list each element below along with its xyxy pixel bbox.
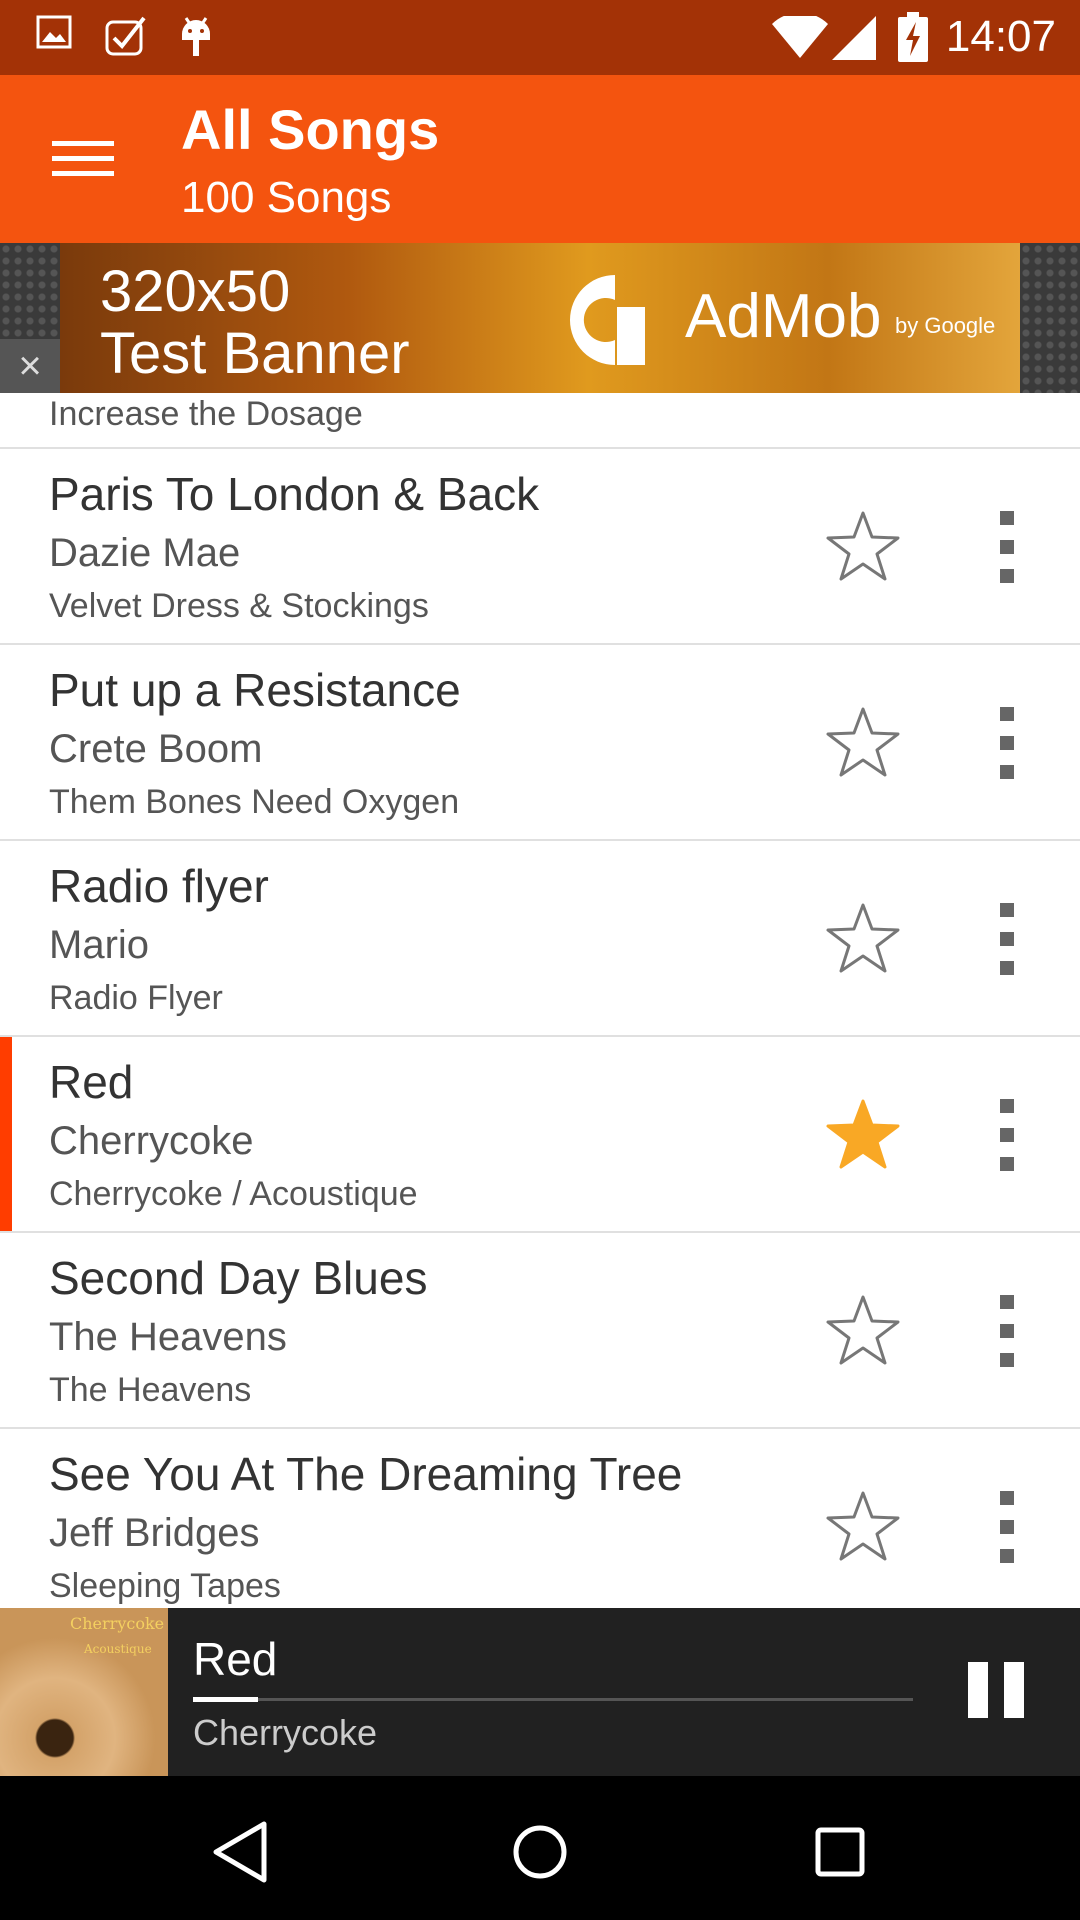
ad-text-line2: Test Banner bbox=[100, 321, 410, 386]
pause-icon bbox=[968, 1662, 988, 1718]
wifi-icon bbox=[772, 16, 828, 58]
ad-brand-by: by Google bbox=[895, 313, 996, 338]
page-title: All Songs bbox=[181, 98, 440, 161]
album-art-text-artist: Cherrycoke bbox=[70, 1614, 165, 1633]
song-album: Radio Flyer bbox=[49, 979, 223, 1017]
list-item[interactable]: Radio flyer Mario Radio Flyer bbox=[0, 841, 1080, 1037]
song-artist: Mario bbox=[49, 923, 150, 967]
ad-brand: AdMob bbox=[685, 282, 882, 351]
now-playing-bar[interactable]: Cherrycoke Acoustique Red Cherrycoke bbox=[0, 1608, 1080, 1776]
list-item[interactable]: See You At The Dreaming Tree Jeff Bridges… bbox=[0, 1429, 1080, 1625]
list-item[interactable]: Red Cherrycoke Cherrycoke / Acoustique bbox=[0, 1037, 1080, 1233]
now-playing-marker bbox=[0, 1037, 12, 1231]
song-artist: Jeff Bridges bbox=[49, 1511, 260, 1555]
ad-side-pattern bbox=[1020, 243, 1080, 393]
pause-button[interactable] bbox=[968, 1662, 1024, 1718]
now-playing-title: Red bbox=[193, 1633, 278, 1685]
star-filled-icon[interactable] bbox=[825, 1097, 901, 1173]
song-album: The Heavens bbox=[49, 1371, 252, 1409]
list-item[interactable]: Paris To London & Back Dazie Mae Velvet Dr… bbox=[0, 449, 1080, 645]
app-bar: All Songs 100 Songs bbox=[0, 75, 1080, 243]
battery-charging-icon bbox=[898, 12, 928, 62]
song-title: Paris To London & Back bbox=[49, 468, 540, 520]
ad-text: 320x50 Test Banner bbox=[100, 261, 410, 385]
song-artist: Crete Boom bbox=[49, 727, 263, 771]
pause-icon bbox=[1004, 1662, 1024, 1718]
home-icon[interactable] bbox=[500, 1812, 580, 1892]
more-vert-icon[interactable] bbox=[990, 507, 1024, 587]
android-icon bbox=[182, 17, 210, 56]
back-icon[interactable] bbox=[200, 1812, 280, 1892]
list-item-partial[interactable]: Increase the Dosage bbox=[0, 393, 1080, 449]
song-album: Velvet Dress & Stockings bbox=[49, 587, 429, 625]
star-outline-icon[interactable] bbox=[825, 901, 901, 977]
star-outline-icon[interactable] bbox=[825, 1489, 901, 1565]
song-title: Second Day Blues bbox=[49, 1252, 428, 1304]
list-item[interactable]: Second Day Blues The Heavens The Heavens bbox=[0, 1233, 1080, 1429]
star-outline-icon[interactable] bbox=[825, 1293, 901, 1369]
progress-fill bbox=[193, 1697, 258, 1702]
song-album: Them Bones Need Oxygen bbox=[49, 783, 460, 821]
album-art[interactable]: Cherrycoke Acoustique bbox=[0, 1608, 168, 1776]
more-vert-icon[interactable] bbox=[990, 1487, 1024, 1567]
signal-icon bbox=[832, 16, 876, 60]
task-check-icon bbox=[105, 16, 146, 56]
more-vert-icon[interactable] bbox=[990, 899, 1024, 979]
more-vert-icon[interactable] bbox=[990, 1095, 1024, 1175]
more-vert-icon[interactable] bbox=[990, 1291, 1024, 1371]
song-album: Sleeping Tapes bbox=[49, 1567, 281, 1605]
song-list: Increase the Dosage Paris To London & Ba… bbox=[0, 393, 1080, 1625]
ad-image[interactable]: 320x50 Test Banner AdMob by Google bbox=[60, 243, 1020, 393]
now-playing-artist: Cherrycoke bbox=[193, 1712, 378, 1753]
song-title: See You At The Dreaming Tree bbox=[49, 1448, 683, 1500]
song-title: Red bbox=[49, 1056, 134, 1108]
recents-icon[interactable] bbox=[800, 1812, 880, 1892]
song-artist: Cherrycoke bbox=[49, 1119, 254, 1163]
album-art-text-album: Acoustique bbox=[84, 1642, 152, 1656]
song-artist: The Heavens bbox=[49, 1315, 287, 1359]
navigation-bar bbox=[0, 1776, 1080, 1920]
song-count: 100 Songs bbox=[181, 173, 392, 222]
ad-banner[interactable]: 320x50 Test Banner AdMob by Google × bbox=[0, 243, 1080, 393]
song-album: Cherrycoke / Acoustique bbox=[49, 1175, 418, 1213]
progress-bar[interactable] bbox=[193, 1697, 913, 1702]
song-artist: Dazie Mae bbox=[49, 531, 241, 575]
ad-close-button[interactable]: × bbox=[0, 339, 60, 393]
admob-logo-icon bbox=[570, 275, 645, 365]
status-time: 14:07 bbox=[945, 12, 1056, 61]
star-outline-icon[interactable] bbox=[825, 705, 901, 781]
ad-text-line1: 320x50 bbox=[100, 259, 291, 324]
song-title: Radio flyer bbox=[49, 860, 269, 912]
more-vert-icon[interactable] bbox=[990, 703, 1024, 783]
hamburger-menu-icon[interactable] bbox=[38, 119, 128, 199]
status-bar: 14:07 bbox=[0, 0, 1080, 75]
list-item[interactable]: Put up a Resistance Crete Boom Them Bones … bbox=[0, 645, 1080, 841]
song-album: Increase the Dosage bbox=[49, 395, 363, 433]
star-outline-icon[interactable] bbox=[825, 509, 901, 585]
song-title: Put up a Resistance bbox=[49, 664, 461, 716]
image-icon bbox=[36, 15, 72, 49]
